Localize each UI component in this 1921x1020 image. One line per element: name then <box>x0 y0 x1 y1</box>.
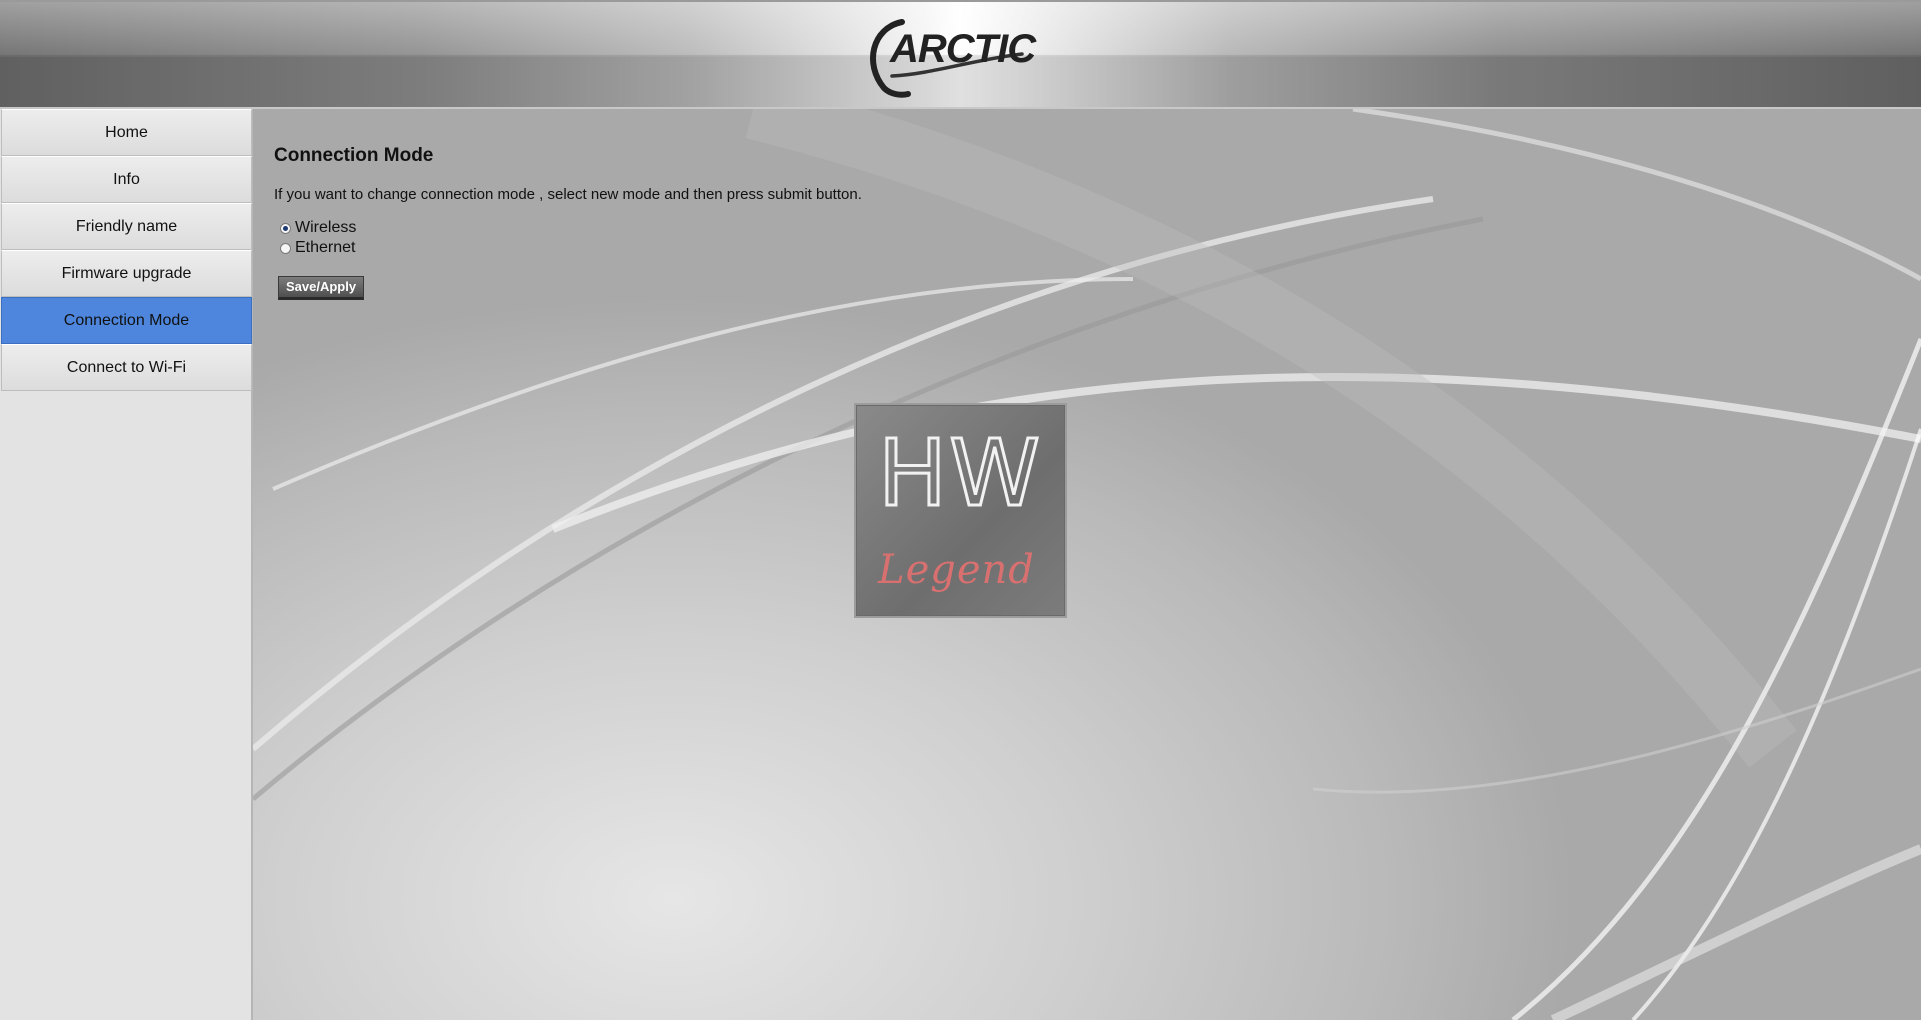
sidebar-item-info[interactable]: Info <box>1 156 252 203</box>
sidebar-item-home[interactable]: Home <box>1 109 252 156</box>
connection-mode-options: Wireless Ethernet <box>280 218 862 258</box>
sidebar-item-connection-mode[interactable]: Connection Mode <box>1 297 252 344</box>
save-apply-button[interactable]: Save/Apply <box>278 276 365 300</box>
sidebar-item-friendly-name[interactable]: Friendly name <box>1 203 252 250</box>
option-ethernet[interactable]: Ethernet <box>280 238 862 258</box>
arctic-logo: ARCTIC <box>870 19 1038 98</box>
logo-text: ARCTIC <box>889 27 1037 71</box>
watermark-graphic: HW Legend <box>876 419 1042 594</box>
watermark-line2: Legend <box>877 547 1035 593</box>
sidebar-nav: Home Info Friendly name Firmware upgrade… <box>0 109 253 1020</box>
router-admin-page: ARCTIC Home Info Friendly name Firmware … <box>0 0 1921 1020</box>
page-title: Connection Mode <box>274 145 434 166</box>
option-wireless[interactable]: Wireless <box>280 218 862 238</box>
sidebar-item-connect-to-wifi[interactable]: Connect to Wi-Fi <box>1 344 252 391</box>
ethernet-label: Ethernet <box>295 239 356 256</box>
wireless-label: Wireless <box>295 219 357 236</box>
connection-mode-form: Connection Mode If you want to change co… <box>274 145 862 300</box>
instructions-text: If you want to change connection mode , … <box>274 186 862 203</box>
header-bar: ARCTIC <box>0 0 1921 109</box>
watermark-line1: HW <box>878 420 1042 527</box>
wireless-radio[interactable] <box>280 222 291 234</box>
hwlegend-watermark: HW Legend <box>854 403 1067 618</box>
sidebar-item-firmware-upgrade[interactable]: Firmware upgrade <box>1 250 252 297</box>
main-panel: Connection Mode If you want to change co… <box>253 109 1921 1020</box>
ethernet-radio[interactable] <box>280 242 291 254</box>
